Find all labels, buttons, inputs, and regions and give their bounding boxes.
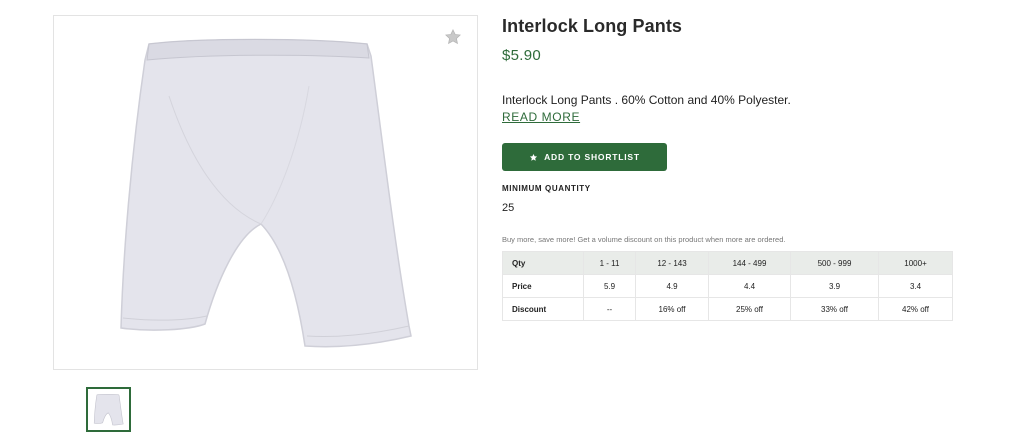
add-to-shortlist-button[interactable]: ADD TO SHORTLIST <box>502 143 667 171</box>
table-cell: 4.4 <box>708 274 791 298</box>
table-row: Price 5.9 4.9 4.4 3.9 3.4 <box>502 274 953 298</box>
table-cell: Discount <box>502 297 584 321</box>
table-cell: 25% off <box>708 297 791 321</box>
star-icon <box>530 153 538 161</box>
table-row: Discount -- 16% off 25% off 33% off 42% … <box>502 297 953 321</box>
product-image <box>120 38 412 348</box>
table-row: Qty 1 - 11 12 - 143 144 - 499 500 - 999 … <box>502 251 953 275</box>
table-cell: 12 - 143 <box>635 251 709 275</box>
table-cell: Qty <box>502 251 584 275</box>
table-cell: 3.9 <box>790 274 879 298</box>
table-cell: 500 - 999 <box>790 251 879 275</box>
product-price: $5.90 <box>502 47 542 64</box>
star-icon <box>445 29 461 45</box>
volume-discount-note: Buy more, save more! Get a volume discou… <box>502 235 786 244</box>
table-cell: -- <box>583 297 636 321</box>
table-cell: 144 - 499 <box>708 251 791 275</box>
table-cell: 4.9 <box>635 274 709 298</box>
minimum-quantity-value: 25 <box>502 202 515 214</box>
table-cell: Price <box>502 274 584 298</box>
table-cell: 5.9 <box>583 274 636 298</box>
table-cell: 1 - 11 <box>583 251 636 275</box>
table-cell: 42% off <box>878 297 953 321</box>
gallery-thumbnail[interactable] <box>86 387 131 432</box>
favorite-star-button[interactable] <box>443 27 463 47</box>
volume-pricing-table: Qty 1 - 11 12 - 143 144 - 499 500 - 999 … <box>502 251 953 321</box>
product-image-frame <box>53 15 478 370</box>
read-more-link[interactable]: READ MORE <box>502 110 580 124</box>
pants-thumbnail <box>93 393 124 425</box>
table-cell: 1000+ <box>878 251 953 275</box>
table-cell: 16% off <box>635 297 709 321</box>
product-description: Interlock Long Pants . 60% Cotton and 40… <box>502 93 791 107</box>
table-cell: 3.4 <box>878 274 953 298</box>
table-cell: 33% off <box>790 297 879 321</box>
shortlist-label: ADD TO SHORTLIST <box>544 152 640 162</box>
product-title: Interlock Long Pants <box>502 16 683 36</box>
minimum-quantity-label: MINIMUM QUANTITY <box>502 184 591 193</box>
